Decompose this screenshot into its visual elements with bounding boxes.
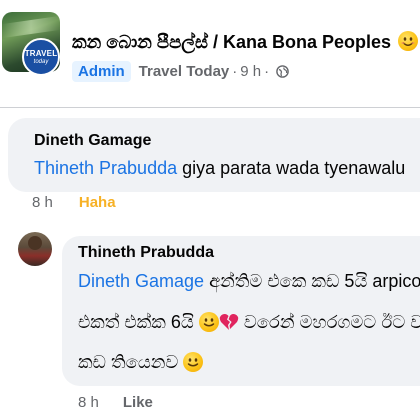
like-button[interactable]: Like: [123, 394, 153, 411]
comment-thread-view: TRAVEL today කන බොන පීපල්ස් / Kana Bona …: [0, 0, 420, 420]
comment-actions: 8 h Haha: [32, 194, 116, 211]
reply-time[interactable]: 8 h: [78, 394, 99, 411]
header-divider: [0, 107, 420, 108]
group-title[interactable]: කන බොන පීපල්ස් / Kana Bona Peoples: [72, 31, 419, 53]
badge-text-travel: TRAVEL: [24, 48, 58, 58]
post-author[interactable]: Travel Today: [139, 63, 230, 80]
haha-reaction-button[interactable]: Haha: [79, 194, 116, 211]
post-meta: Admin Travel Today · 9 h ·: [72, 60, 289, 82]
reply-text-line-1: Dineth Gamage අන්තිම එකෙ කඩ 5යි arpico: [78, 271, 420, 292]
reply-author[interactable]: Thineth Prabudda: [78, 244, 214, 262]
smiling-face-icon: [183, 352, 204, 372]
comment-message: giya parata wada tyenawalu: [182, 158, 406, 178]
group-name[interactable]: කන බොන පීපල්ස් / Kana Bona Peoples: [72, 32, 391, 52]
page-avatar-badge[interactable]: TRAVEL today: [22, 38, 60, 76]
badge-text-today: today: [33, 58, 49, 65]
broken-heart-icon: [219, 313, 239, 331]
reply-message-3: කඩ තියෙනව: [78, 352, 179, 372]
reply-text-line-3: කඩ තියෙනව: [78, 352, 204, 373]
comment-author[interactable]: Dineth Gamage: [34, 132, 151, 150]
comment-time[interactable]: 8 h: [32, 194, 53, 211]
reply-avatar[interactable]: [18, 232, 52, 266]
meta-separator: ·: [232, 62, 238, 80]
comment-bubble[interactable]: [8, 118, 420, 192]
comment-mention[interactable]: Thineth Prabudda: [34, 158, 177, 178]
reply-mention[interactable]: Dineth Gamage: [78, 271, 204, 291]
globe-icon[interactable]: [276, 64, 289, 78]
smiling-face-icon: [398, 31, 419, 51]
reply-actions: 8 h Like: [78, 394, 153, 411]
comment-text: Thineth Prabudda giya parata wada tyenaw…: [34, 158, 405, 179]
reply-message-2a: එකත් එක්ක 6යි: [78, 312, 194, 332]
post-header: TRAVEL today කන බොන පීපල්ස් / Kana Bona …: [0, 0, 420, 108]
reply-message-1: අන්තිම එකෙ කඩ 5යි arpico: [209, 271, 420, 291]
meta-separator-2: ·: [264, 62, 270, 80]
avatar-photo-detail: [2, 15, 60, 39]
admin-badge: Admin: [72, 60, 131, 82]
reply-message-2b: වරෙන් මහරගමට ඊට වඩ: [243, 312, 420, 332]
avatar-photo-detail: [28, 236, 42, 250]
reply-text-line-2: එකත් එක්ක 6යි වරෙන් මහරගමට ඊට වඩ: [78, 312, 420, 333]
post-time[interactable]: 9 h: [240, 63, 261, 80]
smiling-face-icon: [198, 312, 219, 332]
